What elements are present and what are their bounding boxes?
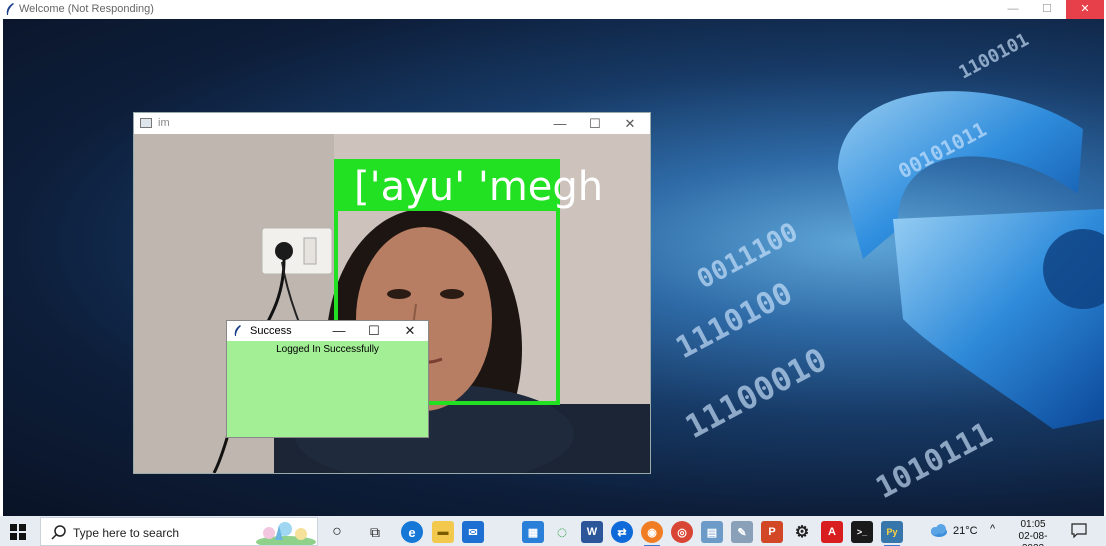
terminal-icon[interactable]: >_	[851, 521, 873, 543]
clock-time: 01:05	[1020, 519, 1046, 530]
clock-date: 02-08-2022	[1018, 531, 1048, 546]
success-message: Logged In Successfully	[276, 344, 379, 355]
store-icon[interactable]: ▦	[522, 521, 544, 543]
camera-window-title: im	[158, 117, 170, 129]
success-minimize-button[interactable]: —	[321, 321, 357, 341]
clock[interactable]: 01:05 02-08-2022	[1010, 519, 1056, 546]
edge-icon[interactable]: e	[401, 521, 423, 543]
cortana-icon[interactable]: ○	[326, 521, 348, 543]
mail-icon[interactable]: ✉	[462, 521, 484, 543]
window-app-icon	[140, 118, 152, 128]
success-dialog-titlebar: Success — ☐ ✕	[227, 321, 428, 341]
taskbar: Type here to search ○ ⧉ e ▬ ✉ ▦ ◌ W ⇄ ◉ …	[0, 516, 1106, 546]
task-view-icon[interactable]: ⧉	[364, 521, 386, 543]
camera-close-button[interactable]: ✕	[612, 113, 648, 134]
teamviewer-icon[interactable]: ⇄	[611, 521, 633, 543]
detection-label-text: ['ayu' 'megh	[354, 164, 603, 210]
camera-minimize-button[interactable]: —	[542, 113, 578, 134]
search-placeholder: Type here to search	[73, 526, 180, 540]
search-icon	[51, 525, 66, 540]
minimize-button[interactable]: —	[996, 0, 1030, 19]
tk-feather-icon	[6, 3, 14, 15]
chrome-icon[interactable]: ◎	[671, 521, 693, 543]
file-explorer-icon[interactable]: ▬	[432, 521, 454, 543]
windows-start-icon[interactable]	[10, 524, 26, 540]
python-icon[interactable]: Py	[881, 521, 903, 546]
success-dialog-title: Success	[250, 325, 292, 337]
show-hidden-icons-chevron-icon[interactable]: ^	[990, 523, 995, 535]
main-window-title: Welcome (Not Responding)	[19, 3, 154, 15]
binary-row-4: 1010111	[870, 416, 998, 506]
paint-icon[interactable]: ✎	[731, 521, 753, 543]
search-highlight-illustration-icon	[256, 522, 316, 545]
success-maximize-button[interactable]: ☐	[356, 321, 392, 341]
tk-feather-icon	[234, 325, 241, 336]
binary-row-2: 1110100	[670, 276, 798, 366]
taskbar-search-box[interactable]: Type here to search	[40, 517, 318, 546]
camera-window-titlebar: im — ☐ ✕	[134, 113, 650, 134]
settings-icon[interactable]: ⚙	[791, 521, 813, 543]
maximize-button[interactable]: ☐	[1030, 0, 1064, 19]
loading-icon[interactable]: ◌	[551, 521, 573, 543]
weather-temperature[interactable]: 21°C	[953, 525, 978, 537]
binary-row-6: 1100101	[955, 29, 1032, 83]
main-window-titlebar: Welcome (Not Responding) — ☐ ✕	[0, 0, 1106, 19]
weather-cloud-icon[interactable]	[928, 523, 948, 539]
word-icon[interactable]: W	[581, 521, 603, 543]
notes-icon[interactable]: ▤	[701, 521, 723, 543]
close-button[interactable]: ✕	[1066, 0, 1104, 19]
firefox-icon[interactable]: ◉	[641, 521, 663, 546]
success-dialog[interactable]: Success — ☐ ✕ Logged In Successfully	[226, 320, 429, 438]
notification-center-icon[interactable]	[1071, 523, 1087, 538]
powerpoint-icon[interactable]: P	[761, 521, 783, 543]
acrobat-icon[interactable]: A	[821, 521, 843, 543]
camera-maximize-button[interactable]: ☐	[577, 113, 613, 134]
binary-row-1: 0011100	[692, 217, 803, 295]
success-close-button[interactable]: ✕	[392, 321, 428, 341]
